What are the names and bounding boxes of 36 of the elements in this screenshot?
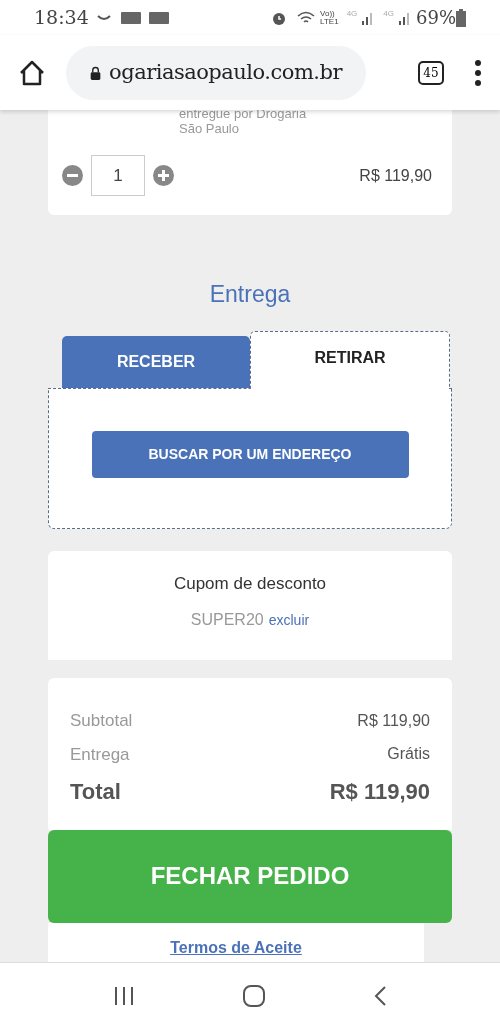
address-bar[interactable]: ogariasaopaulo.com.br	[66, 45, 366, 100]
battery-icon	[456, 8, 466, 27]
plus-icon[interactable]	[153, 165, 174, 186]
remove-coupon-link[interactable]: excluir	[268, 610, 310, 632]
search-address-button[interactable]: BUSCAR POR UM ENDEREÇO	[91, 430, 409, 478]
summary-value: R$ 119,90	[329, 778, 430, 806]
minus-icon[interactable]	[62, 165, 83, 186]
battery-percent: 69%	[416, 6, 456, 30]
seller-text: São Paulo	[179, 121, 240, 136]
signal-icon	[398, 10, 412, 25]
summary-label: Subtotal	[70, 710, 133, 732]
terms-link[interactable]: Termos de Aceite	[170, 936, 302, 960]
summary-label: Total	[70, 778, 121, 806]
network-label: 4G	[346, 8, 358, 20]
coupon-code: SUPER20	[190, 610, 264, 631]
tab-count-button[interactable]: 45	[418, 60, 444, 85]
delivery-tab[interactable]: RETIRAR	[250, 330, 450, 389]
home-icon[interactable]	[18, 58, 46, 87]
summary-value: R$ 119,90	[357, 710, 430, 731]
summary-value: Grátis	[387, 744, 430, 765]
lte-label: LTE1	[320, 17, 339, 26]
network-label: 4G	[383, 8, 394, 20]
more-menu-icon[interactable]	[474, 59, 482, 86]
recent-apps-icon[interactable]	[113, 985, 136, 1006]
item-price: R$ 119,90	[359, 165, 432, 186]
clock: 18:34	[34, 5, 89, 31]
volte-label: Vo))	[320, 9, 335, 18]
home-button-icon[interactable]	[242, 983, 266, 1008]
coupon-title: Cupom de desconto	[173, 572, 327, 595]
summary-label: Entrega	[70, 743, 130, 766]
url-text: ogariasaopaulo.com.br	[109, 58, 342, 86]
checkout-button[interactable]: FECHAR PEDIDO	[48, 829, 452, 923]
section-heading: Entrega	[208, 280, 292, 309]
delivery-tab[interactable]: RECEBER	[62, 335, 250, 388]
back-icon[interactable]	[372, 984, 387, 1007]
quantity-field[interactable]: 1	[91, 155, 145, 196]
